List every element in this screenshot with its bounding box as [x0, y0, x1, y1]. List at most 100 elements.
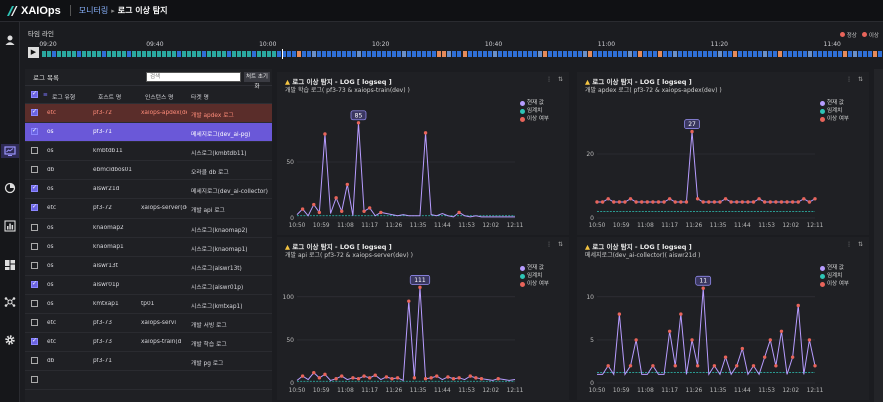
timeline-cell[interactable]	[197, 51, 202, 57]
timeline-cell[interactable]	[722, 51, 727, 57]
timeline-cell[interactable]	[297, 51, 302, 57]
timeline-cell[interactable]	[417, 51, 422, 57]
timeline-cell[interactable]	[692, 51, 697, 57]
table-row[interactable]: etc pf3-73 xaiops-servi 개발 서빙 로그	[25, 314, 272, 334]
table-row[interactable]: os aiswr21d 메세지로그(dev_ai-collector)	[25, 180, 272, 200]
timeline-cell[interactable]	[817, 51, 822, 57]
timeline-cell[interactable]	[137, 51, 142, 57]
timeline-cell[interactable]	[172, 51, 177, 57]
timeline-cell[interactable]	[532, 51, 537, 57]
timeline-cell[interactable]	[162, 51, 167, 57]
table-row[interactable]: os knaomap1 시스로그(knaomap1)	[25, 238, 272, 257]
timeline-cell[interactable]	[67, 51, 72, 57]
timeline-cell[interactable]	[202, 51, 207, 57]
timeline-cell[interactable]	[632, 51, 637, 57]
timeline-cell[interactable]	[492, 51, 497, 57]
timeline-cell[interactable]	[52, 51, 56, 57]
timeline-cell[interactable]	[442, 51, 447, 57]
timeline-cell[interactable]	[862, 51, 867, 57]
timeline-cell[interactable]	[682, 51, 687, 57]
timeline-cell[interactable]	[557, 51, 562, 57]
timeline-cell[interactable]	[672, 51, 677, 57]
timeline-cell[interactable]	[47, 51, 51, 57]
row-checkbox[interactable]	[31, 376, 38, 384]
timeline-cell[interactable]	[662, 51, 667, 57]
timeline-cell[interactable]	[267, 51, 272, 57]
timeline-cell[interactable]	[522, 51, 527, 57]
timeline-cell[interactable]	[112, 51, 117, 57]
timeline-cell[interactable]	[72, 51, 77, 57]
timeline-cell[interactable]	[447, 51, 452, 57]
timeline-cell[interactable]	[872, 51, 877, 57]
timeline-cell[interactable]	[392, 51, 397, 57]
timeline-cell[interactable]	[712, 51, 717, 57]
timeline-cell[interactable]	[227, 51, 232, 57]
timeline-cell[interactable]	[587, 51, 592, 57]
timeline-cell[interactable]	[617, 51, 622, 57]
timeline-cell[interactable]	[42, 51, 46, 57]
timeline-cell[interactable]	[367, 51, 372, 57]
timeline-cell[interactable]	[867, 51, 872, 57]
timeline-cell[interactable]	[102, 51, 107, 57]
timeline-cell[interactable]	[732, 51, 737, 57]
timeline-cell[interactable]	[547, 51, 552, 57]
timeline-cell[interactable]	[782, 51, 787, 57]
timeline-cell[interactable]	[647, 51, 652, 57]
timeline-cell[interactable]	[482, 51, 487, 57]
timeline-cell[interactable]	[82, 51, 87, 57]
timeline-cell[interactable]	[652, 51, 657, 57]
row-checkbox[interactable]	[31, 184, 38, 193]
timeline-cell[interactable]	[462, 51, 467, 57]
timeline-cell[interactable]	[552, 51, 557, 57]
row-checkbox[interactable]	[31, 166, 38, 174]
timeline-cell[interactable]	[332, 51, 337, 57]
timeline-cell[interactable]	[432, 51, 437, 57]
timeline-cell[interactable]	[107, 51, 112, 57]
timeline-cell[interactable]	[822, 51, 827, 57]
timeline-cell[interactable]	[222, 51, 227, 57]
timeline-cell[interactable]	[427, 51, 432, 57]
user-icon[interactable]	[3, 33, 17, 47]
timeline-cell[interactable]	[377, 51, 382, 57]
timeline-cell[interactable]	[152, 51, 157, 57]
row-checkbox[interactable]	[31, 261, 38, 269]
timeline-cell[interactable]	[747, 51, 752, 57]
row-checkbox[interactable]	[31, 357, 38, 365]
table-row[interactable]: os aiswr13t 시스로그(aiswr13t)	[25, 257, 272, 276]
card-menu-icon[interactable]: ⋮ ⇅	[846, 241, 865, 248]
timeline-cell[interactable]	[307, 51, 312, 57]
timeline-cell[interactable]	[742, 51, 747, 57]
row-checkbox[interactable]	[31, 127, 38, 136]
timeline-cell[interactable]	[687, 51, 692, 57]
timeline-cell[interactable]	[187, 51, 192, 57]
network-icon[interactable]	[3, 295, 17, 309]
timeline-cell[interactable]	[422, 51, 427, 57]
timeline-cell[interactable]	[272, 51, 277, 57]
timeline-cell[interactable]	[182, 51, 187, 57]
timeline-cell[interactable]	[347, 51, 352, 57]
row-checkbox[interactable]	[31, 203, 38, 212]
timeline-cell[interactable]	[312, 51, 317, 57]
sort-icon[interactable]: ≡	[43, 92, 48, 98]
timeline-cell[interactable]	[497, 51, 502, 57]
row-checkbox[interactable]	[31, 280, 38, 288]
timeline-cell[interactable]	[207, 51, 212, 57]
timeline-cell[interactable]	[357, 51, 362, 57]
timeline-cell[interactable]	[77, 51, 82, 57]
timeline-cell[interactable]	[567, 51, 572, 57]
scrollbar[interactable]	[874, 69, 883, 402]
timeline-cell[interactable]	[117, 51, 122, 57]
timeline-cell[interactable]	[622, 51, 627, 57]
timeline-cell[interactable]	[707, 51, 712, 57]
timeline-cell[interactable]	[452, 51, 457, 57]
timeline-cell[interactable]	[472, 51, 477, 57]
timeline-cell[interactable]	[477, 51, 482, 57]
timeline-cell[interactable]	[612, 51, 617, 57]
bar-chart-icon[interactable]	[3, 219, 17, 233]
timeline-cell[interactable]	[717, 51, 722, 57]
row-checkbox[interactable]	[31, 108, 38, 116]
timeline-cell[interactable]	[362, 51, 367, 57]
timeline-cell[interactable]	[607, 51, 612, 57]
timeline-cell[interactable]	[212, 51, 217, 57]
row-checkbox[interactable]	[31, 299, 38, 307]
